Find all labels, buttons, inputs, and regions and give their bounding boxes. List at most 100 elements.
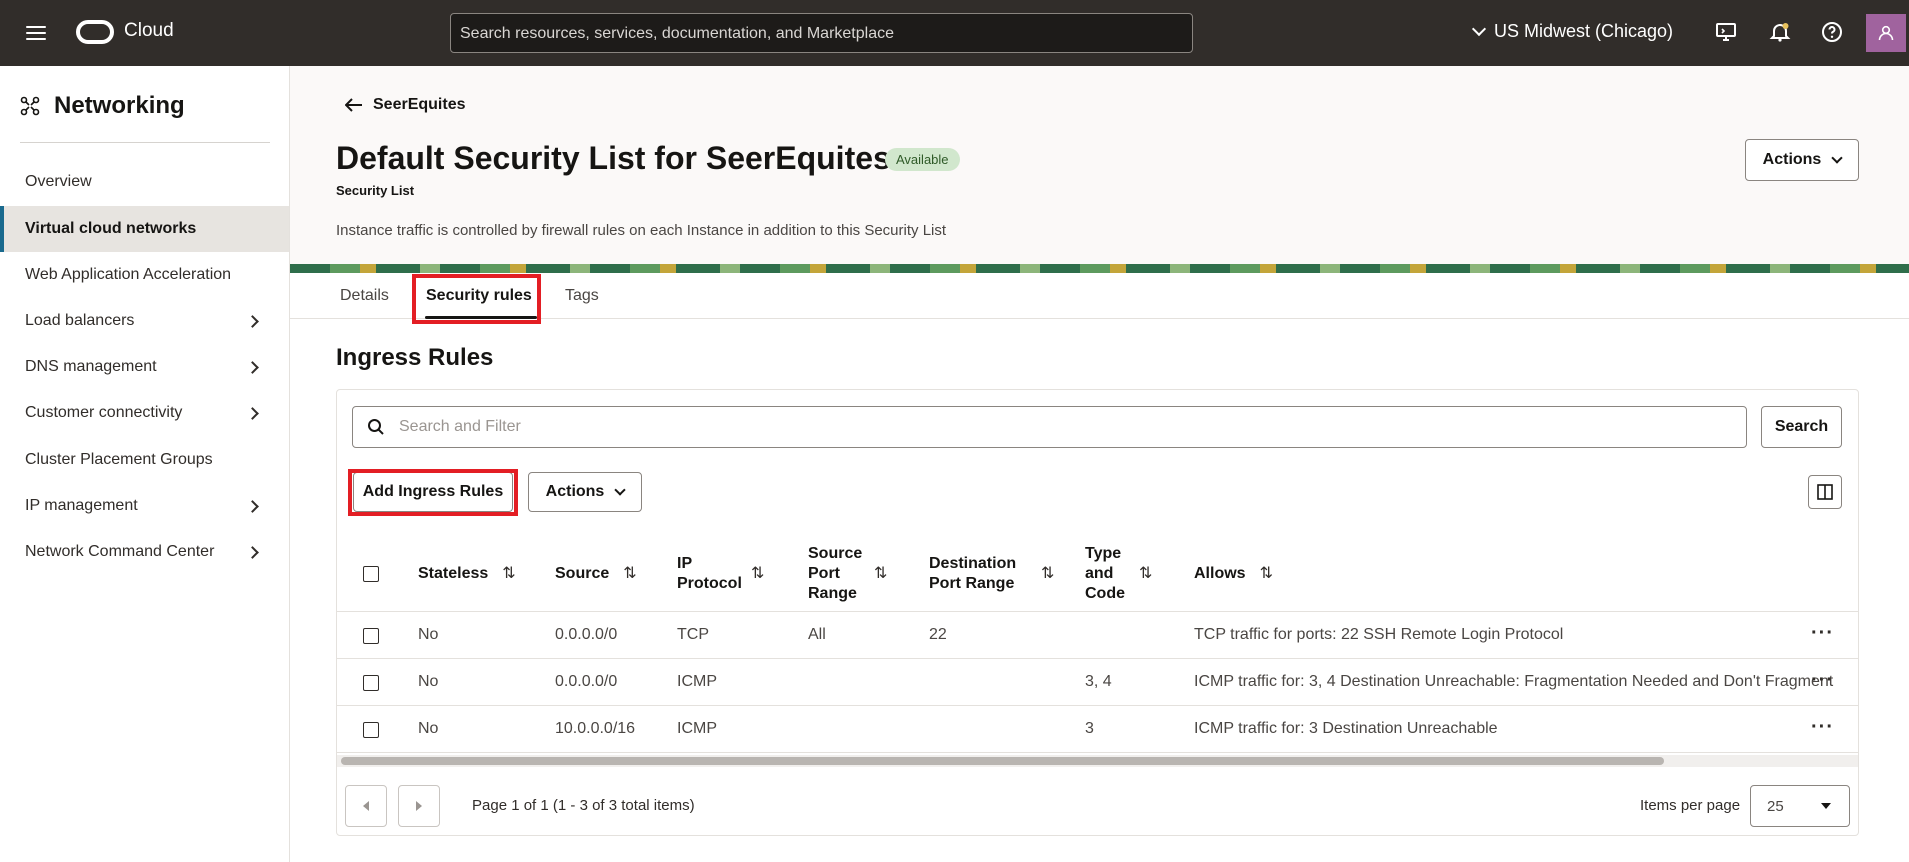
cell-stateless: No [418,720,439,737]
sidebar-item-label: Virtual cloud networks [25,220,197,237]
column-header-source-port-range[interactable]: Source Port Range ⇅ [808,544,887,604]
section-title: Ingress Rules [336,344,494,371]
row-checkbox[interactable] [363,722,379,738]
sidebar-item-ip-management[interactable]: IP management [0,483,289,529]
tab-tags[interactable]: Tags [565,287,599,305]
cell-destination-port-range: 22 [929,626,947,643]
table-header: Stateless ⇅ Source ⇅ IP Protocol ⇅ Source P… [337,536,1858,612]
cloud-shell-icon[interactable] [1714,20,1738,44]
column-label: Destination Port Range [929,555,1017,592]
sidebar-item-network-command-center[interactable]: Network Command Center [0,529,289,575]
cell-source: 10.0.0.0/16 [555,720,636,737]
cell-allows: ICMP traffic for: 3 Destination Unreacha… [1194,720,1498,737]
highlight-box-security-rules [412,274,541,324]
page-header: SeerEquites Default Security List for Se… [290,66,1909,272]
filter-field[interactable] [352,406,1747,448]
table-row: No 0.0.0.0/0 TCP All 22 TCP traffic for … [337,612,1858,659]
cell-ip-protocol: TCP [677,626,709,643]
header-actions-button[interactable]: Actions [1745,139,1859,181]
columns-icon [1817,484,1833,500]
caret-right-icon [416,801,422,811]
cell-stateless: No [418,673,439,690]
column-header-destination-port-range[interactable]: Destination Port Range ⇅ [929,554,1054,594]
sidebar-item-overview[interactable]: Overview [0,159,289,205]
sidebar-item-label: Web Application Acceleration [25,266,232,283]
horizontal-scrollbar-thumb[interactable] [341,757,1664,765]
page-title: Default Security List for SeerEquites [336,140,891,176]
column-header-ip-protocol[interactable]: IP Protocol ⇅ [677,554,764,594]
user-avatar[interactable] [1866,14,1906,52]
decorative-banner [290,264,1909,273]
region-selector[interactable]: US Midwest (Chicago) [1471,21,1674,42]
sidebar-item-customer-connectivity[interactable]: Customer connectivity [0,390,289,436]
chevron-down-icon [1831,152,1843,164]
caret-left-icon [363,801,369,811]
breadcrumb-back-link[interactable]: SeerEquites [345,96,465,114]
sort-icon: ⇅ [502,565,516,582]
row-actions-kebab-icon[interactable]: ··· [1811,622,1834,645]
sort-icon: ⇅ [1139,565,1153,582]
row-checkbox[interactable] [363,675,379,691]
search-button[interactable]: Search [1761,406,1842,448]
chevron-right-icon [246,360,259,374]
hamburger-menu-icon[interactable] [24,22,48,44]
sidebar-item-label: Overview [25,173,92,190]
page-description: Instance traffic is controlled by firewa… [336,222,947,239]
table-row: No 0.0.0.0/0 ICMP 3, 4 ICMP traffic for:… [337,659,1858,706]
chevron-right-icon [246,499,259,513]
sidebar-item-web-application-acceleration[interactable]: Web Application Acceleration [0,252,289,298]
row-actions-kebab-icon[interactable]: ··· [1811,669,1834,692]
brand-name[interactable]: Cloud [124,20,174,42]
select-all-checkbox[interactable] [363,566,379,582]
filter-input[interactable] [399,418,1699,436]
highlight-box-add-ingress-rules [348,469,518,516]
column-label: Allows [1194,565,1246,582]
cell-allows: TCP traffic for ports: 22 SSH Remote Log… [1194,626,1564,643]
caret-down-icon [1821,803,1831,809]
sidebar-item-label: DNS management [25,358,157,375]
cell-ip-protocol: ICMP [677,720,717,737]
global-search-input[interactable]: Search resources, services, documentatio… [450,13,1193,53]
sort-icon: ⇅ [751,565,765,582]
help-icon[interactable] [1820,20,1844,44]
column-header-type-and-code[interactable]: Type and Code ⇅ [1085,544,1152,604]
notifications-bell-icon[interactable] [1768,20,1792,44]
sidebar-item-load-balancers[interactable]: Load balancers [0,298,289,344]
top-bar: Cloud Search resources, services, docume… [0,0,1909,66]
sidebar-item-dns-management[interactable]: DNS management [0,344,289,390]
oracle-logo-icon[interactable] [76,20,114,44]
sidebar-item-label: Cluster Placement Groups [25,451,213,468]
previous-page-button[interactable] [345,785,387,827]
sidebar-item-virtual-cloud-networks[interactable]: Virtual cloud networks [0,206,289,252]
arrow-left-icon [345,98,362,112]
sort-icon: ⇅ [1259,565,1273,582]
page-subtitle: Security List [336,183,415,198]
column-header-allows[interactable]: Allows ⇅ [1194,564,1273,584]
column-settings-button[interactable] [1808,475,1842,509]
column-label: Type and Code [1085,545,1125,602]
pagination-info: Page 1 of 1 (1 - 3 of 3 total items) [472,797,695,814]
items-per-page-label: Items per page [1640,797,1741,814]
sidebar-item-label: Load balancers [25,312,135,329]
next-page-button[interactable] [398,785,440,827]
sidebar-title: Networking [20,92,185,120]
search-icon [368,419,384,435]
chevron-right-icon [246,406,259,420]
region-label: US Midwest (Chicago) [1494,21,1674,41]
sidebar-item-label: Network Command Center [25,543,215,560]
table-actions-button[interactable]: Actions [528,472,642,512]
actions-label: Actions [1762,151,1822,168]
sort-icon: ⇅ [623,565,637,582]
status-badge: Available [885,148,960,171]
row-actions-kebab-icon[interactable]: ··· [1811,716,1834,739]
sidebar: Networking Overview Virtual cloud networ… [0,66,290,862]
sidebar-item-cluster-placement-groups[interactable]: Cluster Placement Groups [0,437,289,483]
column-label: Source [555,565,610,582]
row-checkbox[interactable] [363,628,379,644]
tab-details[interactable]: Details [340,287,389,305]
items-per-page-select[interactable]: 25 [1750,785,1850,827]
user-icon [1878,25,1894,41]
cell-ip-protocol: ICMP [677,673,717,690]
column-header-source[interactable]: Source ⇅ [555,564,637,584]
column-header-stateless[interactable]: Stateless ⇅ [418,564,516,584]
